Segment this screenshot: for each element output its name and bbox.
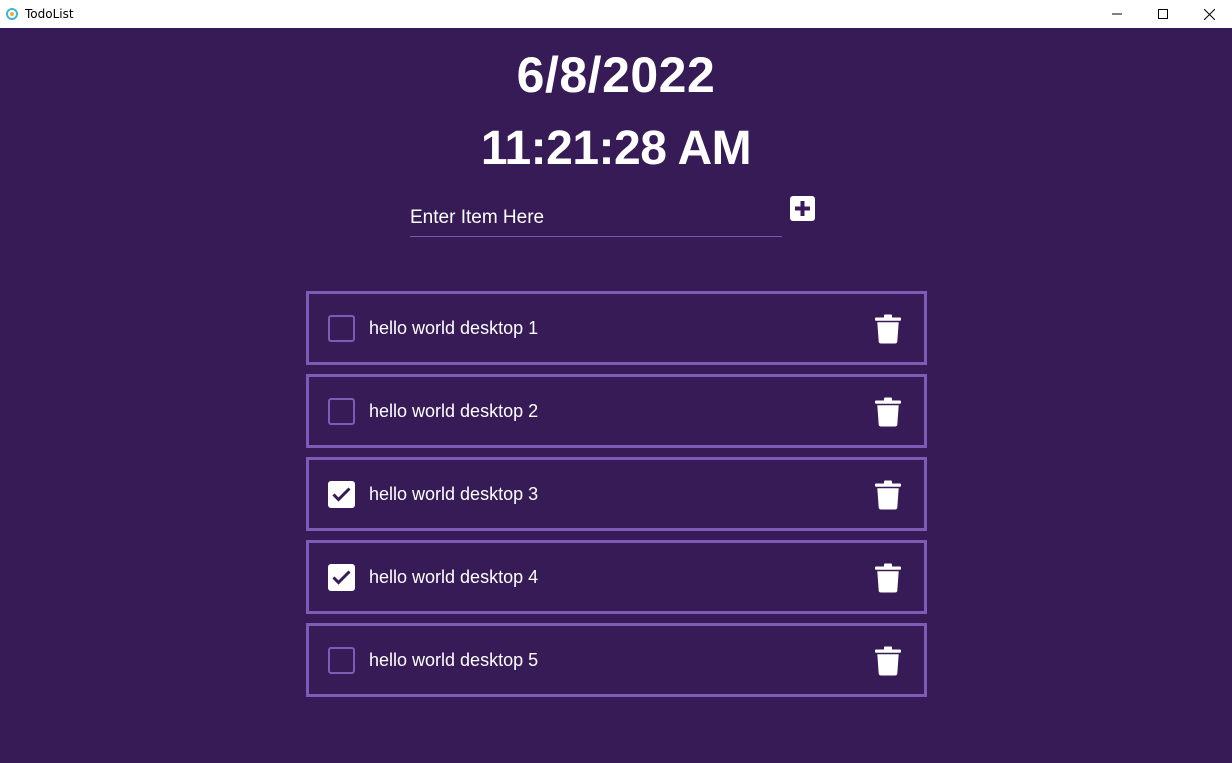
- todo-item: hello world desktop 1: [306, 291, 927, 365]
- todo-checkbox[interactable]: [328, 646, 355, 674]
- close-button[interactable]: [1186, 0, 1232, 28]
- todo-item: hello world desktop 2: [306, 374, 927, 448]
- add-item-button[interactable]: [790, 196, 815, 221]
- window-title: TodoList: [25, 7, 74, 21]
- todo-text: hello world desktop 1: [369, 317, 539, 338]
- trash-icon[interactable]: [875, 563, 901, 593]
- current-date: 6/8/2022: [516, 47, 716, 103]
- todo-item: hello world desktop 4: [306, 540, 927, 614]
- trash-icon[interactable]: [875, 397, 901, 427]
- current-time: 11:21:28 AM: [480, 122, 752, 175]
- checkmark-icon: [332, 569, 351, 585]
- minimize-icon: [1112, 13, 1122, 15]
- todo-list: hello world desktop 1 hello world desktop…: [306, 291, 927, 706]
- todo-text: hello world desktop 3: [369, 483, 539, 504]
- todo-text: hello world desktop 2: [369, 400, 539, 421]
- plus-icon: [795, 201, 810, 216]
- app-icon: [6, 8, 18, 20]
- maximize-icon: [1158, 9, 1168, 19]
- trash-icon[interactable]: [875, 646, 901, 676]
- trash-icon[interactable]: [875, 480, 901, 510]
- todo-checkbox[interactable]: [328, 480, 355, 508]
- todo-text: hello world desktop 4: [369, 566, 539, 587]
- todo-item: hello world desktop 3: [306, 457, 927, 531]
- checkmark-icon: [332, 486, 351, 502]
- new-item-input[interactable]: [410, 200, 782, 237]
- todo-item: hello world desktop 5: [306, 623, 927, 697]
- minimize-button[interactable]: [1094, 0, 1140, 28]
- todo-checkbox[interactable]: [328, 397, 355, 425]
- trash-icon[interactable]: [875, 314, 901, 344]
- todo-text: hello world desktop 5: [369, 649, 539, 670]
- title-bar: TodoList: [0, 0, 1232, 28]
- todo-checkbox[interactable]: [328, 563, 355, 591]
- todo-checkbox[interactable]: [328, 314, 355, 342]
- window-controls: [1094, 0, 1232, 28]
- maximize-button[interactable]: [1140, 0, 1186, 28]
- close-icon: [1203, 8, 1215, 20]
